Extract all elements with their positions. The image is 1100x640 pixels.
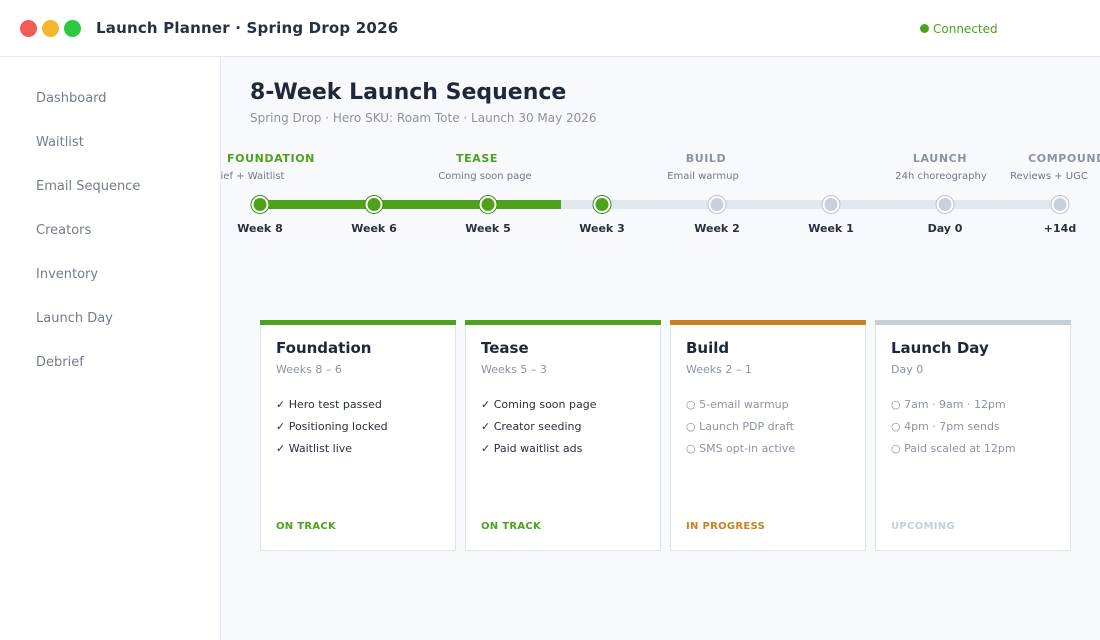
checklist-item: ✓ Waitlist live [276, 442, 353, 455]
card-checklist: ○ 5-email warmup ○ Launch PDP draft ○ SM… [686, 398, 795, 464]
card-range: Weeks 2 – 1 [686, 363, 752, 376]
card-status-bar [670, 320, 866, 325]
minimize-window-button[interactable] [42, 20, 59, 37]
phase-foundation-desc: Brief + Waitlist [221, 171, 285, 182]
sidebar-item-launch-day[interactable]: Launch Day [12, 302, 209, 336]
sidebar-item-email-sequence[interactable]: Email Sequence [12, 170, 209, 204]
app-title: Launch Planner · Spring Drop 2026 [96, 19, 399, 37]
phase-build-name: BUILD [685, 152, 727, 165]
card-checklist: ✓ Hero test passed ✓ Positioning locked … [276, 398, 388, 464]
phase-launch-desc: 24h choreography [895, 171, 987, 182]
card-status-bar [875, 320, 1071, 325]
checklist-item: ○ 7am · 9am · 12pm [891, 398, 1006, 411]
milestone-node-plus-14d[interactable] [1051, 196, 1069, 213]
card-title: Build [686, 339, 730, 357]
launch-timeline: FOUNDATION Brief + Waitlist TEASE Coming… [221, 57, 1100, 257]
checklist-item: ○ 5-email warmup [686, 398, 789, 411]
phase-card-launch-day[interactable]: Launch Day Day 0 ○ 7am · 9am · 12pm ○ 4p… [875, 320, 1071, 551]
milestone-label-plus-14d: +14d [1043, 222, 1077, 235]
sidebar-item-debrief[interactable]: Debrief [12, 346, 209, 380]
milestone-node-week-6[interactable] [365, 196, 383, 213]
checklist-item: ✓ Paid waitlist ads [481, 442, 583, 455]
milestone-label-week-3: Week 3 [579, 222, 625, 235]
phase-build-desc: Email warmup [667, 171, 739, 182]
card-status-bar [260, 320, 456, 325]
milestone-label-week-8: Week 8 [237, 222, 283, 235]
status-badge: ON TRACK [481, 521, 542, 532]
title-bar: Launch Planner · Spring Drop 2026 Connec… [0, 0, 1100, 57]
phase-compound-desc: Reviews + UGC [1010, 171, 1088, 182]
milestone-label-week-5: Week 5 [465, 222, 511, 235]
card-title: Launch Day [891, 339, 989, 357]
card-status-bar [465, 320, 661, 325]
card-checklist: ✓ Coming soon page ✓ Creator seeding ✓ P… [481, 398, 596, 464]
card-title: Foundation [276, 339, 372, 357]
card-range: Weeks 8 – 6 [276, 363, 342, 376]
status-badge: IN PROGRESS [686, 521, 766, 532]
card-range: Weeks 5 – 3 [481, 363, 547, 376]
status-dot-icon [920, 24, 929, 33]
milestone-label-week-2: Week 2 [694, 222, 740, 235]
phase-card-build[interactable]: Build Weeks 2 – 1 ○ 5-email warmup ○ Lau… [670, 320, 866, 551]
milestone-node-week-5[interactable] [479, 196, 497, 213]
phase-tease-name: TEASE [456, 152, 498, 165]
close-window-button[interactable] [20, 20, 37, 37]
milestone-label-week-6: Week 6 [351, 222, 397, 235]
milestone-node-week-3[interactable] [593, 196, 611, 213]
phase-compound-name: COMPOUND [1028, 152, 1100, 165]
main-panel: 8-Week Launch Sequence Spring Drop · Her… [221, 57, 1100, 640]
milestone-node-week-8[interactable] [251, 196, 269, 213]
card-title: Tease [481, 339, 529, 357]
milestone-node-day-0[interactable] [936, 196, 954, 213]
sidebar-item-creators[interactable]: Creators [12, 214, 209, 248]
checklist-item: ○ 4pm · 7pm sends [891, 420, 1000, 433]
milestone-label-day-0: Day 0 [927, 222, 963, 235]
phase-card-tease[interactable]: Tease Weeks 5 – 3 ✓ Coming soon page ✓ C… [465, 320, 661, 551]
milestone-node-week-1[interactable] [822, 196, 840, 213]
checklist-item: ✓ Creator seeding [481, 420, 582, 433]
sidebar-item-dashboard[interactable]: Dashboard [12, 82, 209, 116]
phase-tease-desc: Coming soon page [438, 171, 532, 182]
checklist-item: ○ Launch PDP draft [686, 420, 794, 433]
checklist-item: ○ Paid scaled at 12pm [891, 442, 1016, 455]
card-checklist: ○ 7am · 9am · 12pm ○ 4pm · 7pm sends ○ P… [891, 398, 1016, 464]
sidebar-item-waitlist[interactable]: Waitlist [12, 126, 209, 160]
milestone-node-week-2[interactable] [708, 196, 726, 213]
phase-card-foundation[interactable]: Foundation Weeks 8 – 6 ✓ Hero test passe… [260, 320, 456, 551]
milestone-label-week-1: Week 1 [808, 222, 854, 235]
status-badge: ON TRACK [276, 521, 337, 532]
checklist-item: ○ SMS opt-in active [686, 442, 796, 455]
zoom-window-button[interactable] [64, 20, 81, 37]
phase-foundation-name: FOUNDATION [227, 152, 315, 165]
checklist-item: ✓ Positioning locked [276, 420, 388, 433]
connection-status-label: Connected [933, 22, 998, 36]
phase-launch-name: LAUNCH [912, 152, 968, 165]
checklist-item: ✓ Hero test passed [276, 398, 382, 411]
status-badge: UPCOMING [891, 521, 955, 532]
card-range: Day 0 [891, 363, 924, 376]
checklist-item: ✓ Coming soon page [481, 398, 597, 411]
timeline-progress-fill [260, 200, 561, 209]
connection-status: Connected [920, 22, 998, 36]
sidebar: Dashboard Waitlist Email Sequence Creato… [0, 57, 221, 640]
sidebar-item-inventory[interactable]: Inventory [12, 258, 209, 292]
